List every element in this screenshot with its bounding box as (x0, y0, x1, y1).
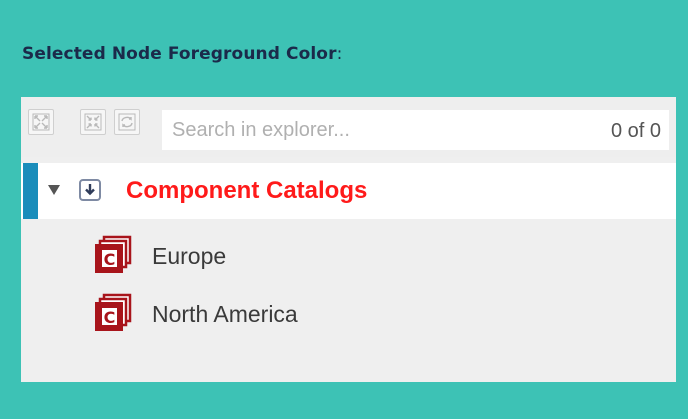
tree-node-component-catalogs[interactable]: Component Catalogs (21, 163, 676, 219)
search-box: 0 of 0 (162, 110, 669, 150)
selection-indicator (23, 163, 38, 219)
refresh-icon (118, 113, 136, 131)
explorer-toolbar: 0 of 0 (21, 97, 676, 157)
search-input[interactable] (162, 110, 562, 150)
download-box-icon (79, 179, 101, 201)
svg-text:C: C (104, 308, 116, 327)
page-heading: Selected Node Foreground Color: (22, 44, 342, 64)
expand-all-button[interactable] (28, 109, 54, 135)
refresh-button[interactable] (114, 109, 140, 135)
svg-text:C: C (104, 250, 116, 269)
tree-node-label: Europe (152, 243, 227, 269)
expand-all-icon (32, 113, 50, 131)
heading-suffix: : (336, 44, 343, 64)
tree-node-label: North America (152, 301, 298, 327)
collapse-all-button[interactable] (80, 109, 106, 135)
catalog-icon: C (95, 293, 132, 331)
search-result-count: 0 of 0 (610, 120, 661, 142)
tree-node-north-america[interactable]: C North America (21, 285, 676, 341)
expand-caret-icon[interactable] (48, 185, 60, 195)
tree-node-label: Component Catalogs (126, 177, 368, 204)
tree-node-europe[interactable]: C Europe (21, 227, 676, 283)
catalog-icon: C (95, 235, 132, 273)
collapse-all-icon (84, 113, 102, 131)
explorer-panel: 0 of 0 Component Catalogs C Europe (21, 97, 676, 382)
heading-label: Selected Node Foreground Color (22, 44, 337, 64)
